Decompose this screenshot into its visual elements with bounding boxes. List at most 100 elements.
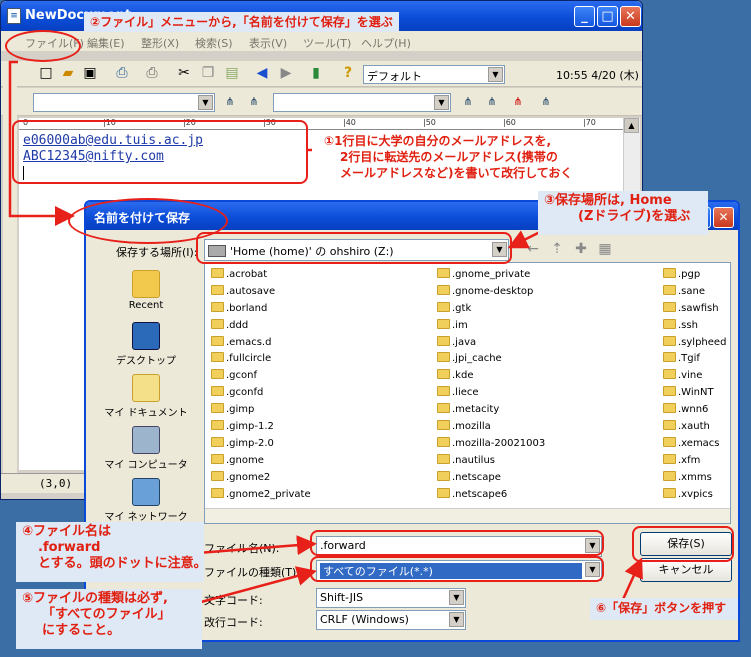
find-next-icon[interactable]: ⋔	[245, 93, 263, 111]
list-item[interactable]: .xemacs	[663, 436, 726, 453]
list-item[interactable]: .metacity	[437, 402, 545, 419]
arrow-left-icon[interactable]: ◀	[253, 64, 271, 82]
list-item[interactable]: .netscape6	[437, 487, 545, 504]
replace-combo[interactable]: ▼	[273, 93, 451, 112]
list-item[interactable]: .gnome2_private	[211, 487, 311, 504]
paste-icon[interactable]: ▤	[223, 64, 241, 82]
view-menu-icon[interactable]: ▦	[596, 240, 614, 258]
list-item[interactable]: .Tgif	[663, 351, 726, 368]
place-recent[interactable]: Recent	[102, 270, 190, 311]
cut-icon[interactable]: ✂	[175, 64, 193, 82]
list-item[interactable]: .java	[437, 335, 545, 352]
menu-edit[interactable]: 編集(E)	[87, 35, 125, 51]
list-item[interactable]: .mozilla-20021003	[437, 436, 545, 453]
list-item[interactable]: .mozilla	[437, 419, 545, 436]
search-combo[interactable]: ▼	[33, 93, 215, 112]
list-item[interactable]: .nautilus	[437, 453, 545, 470]
list-item[interactable]: .gnome_private	[437, 267, 545, 284]
replace-next-icon[interactable]: ⋔	[483, 93, 501, 111]
list-item[interactable]: .borland	[211, 301, 311, 318]
grep-icon[interactable]: ⋔	[537, 93, 555, 111]
save-disk-icon[interactable]: ▣	[81, 64, 99, 82]
back-icon[interactable]: ←	[524, 240, 542, 258]
list-item[interactable]: .liece	[437, 385, 545, 402]
maximize-button[interactable]: □	[597, 6, 618, 27]
horizontal-scrollbar[interactable]	[205, 508, 730, 523]
close-button[interactable]: ✕	[620, 6, 641, 27]
list-item[interactable]: .acrobat	[211, 267, 311, 284]
list-item[interactable]: .jpi_cache	[437, 351, 545, 368]
list-item[interactable]: .ddd	[211, 318, 311, 335]
open-folder-icon[interactable]: ▰	[59, 64, 77, 82]
place-desktop[interactable]: デスクトップ	[102, 322, 190, 367]
chevron-down-icon[interactable]: ▼	[488, 67, 503, 82]
chevron-down-icon[interactable]: ▼	[434, 95, 449, 110]
list-item[interactable]: .xvpics	[663, 487, 726, 504]
list-item[interactable]: .wnn6	[663, 402, 726, 419]
annotation-4-line-1: ④ファイル名は	[22, 524, 112, 539]
menu-format[interactable]: 整形(X)	[141, 35, 179, 51]
chevron-down-icon[interactable]: ▼	[449, 612, 464, 627]
list-item[interactable]: .autosave	[211, 284, 311, 301]
charcode-select[interactable]: Shift-JIS ▼	[316, 588, 466, 608]
style-combo[interactable]: デフォルト ▼	[363, 65, 505, 84]
arrow-right-icon[interactable]: ▶	[277, 64, 295, 82]
replace-icon[interactable]: ⋔	[459, 93, 477, 111]
list-item[interactable]: .WinNT	[663, 385, 726, 402]
list-item[interactable]: .im	[437, 318, 545, 335]
list-item[interactable]: .fullcircle	[211, 351, 311, 368]
file-name: .netscape	[452, 471, 501, 483]
list-item[interactable]: .sane	[663, 284, 726, 301]
list-item[interactable]: .xfm	[663, 453, 726, 470]
list-item[interactable]: .pgp	[663, 267, 726, 284]
filename-label: ファイル名(N):	[204, 542, 280, 555]
print-preview-icon[interactable]: ⎙	[113, 64, 131, 82]
file-name: .netscape6	[452, 488, 508, 500]
list-item[interactable]: .sylpheed	[663, 335, 726, 352]
list-item[interactable]: .gnome-desktop	[437, 284, 545, 301]
printer-icon[interactable]: ⎙	[143, 64, 161, 82]
list-item[interactable]: .gimp-2.0	[211, 436, 311, 453]
file-name: .metacity	[452, 404, 500, 416]
annotation-ring-filetype	[310, 556, 604, 582]
chevron-down-icon[interactable]: ▼	[449, 590, 464, 605]
list-item[interactable]: .emacs.d	[211, 335, 311, 352]
list-item[interactable]: .sawfish	[663, 301, 726, 318]
newline-select[interactable]: CRLF (Windows) ▼	[316, 610, 466, 630]
file-list[interactable]: .acrobat .autosave .borland .ddd .emacs.d .fu…	[204, 262, 731, 524]
dialog-close-button[interactable]: ✕	[713, 207, 734, 228]
list-item[interactable]: .gnome	[211, 453, 311, 470]
copy-icon[interactable]: ❐	[199, 64, 217, 82]
replace-all-icon[interactable]: ⋔	[509, 93, 527, 111]
chevron-down-icon[interactable]: ▼	[198, 95, 213, 110]
minimize-button[interactable]: _	[574, 6, 595, 27]
help-question-icon[interactable]: ?	[339, 64, 357, 82]
scroll-up-icon[interactable]: ▲	[624, 118, 639, 133]
annotation-6: ⑥「保存」ボタンを押す	[596, 601, 727, 615]
list-item[interactable]: .xmms	[663, 470, 726, 487]
menu-tools[interactable]: ツール(T)	[303, 35, 351, 51]
list-item[interactable]: .gconf	[211, 368, 311, 385]
folder-icon	[437, 369, 450, 380]
menu-search[interactable]: 検索(S)	[195, 35, 233, 51]
list-item[interactable]: .gconfd	[211, 385, 311, 402]
book-icon[interactable]: ▮	[307, 64, 325, 82]
list-item[interactable]: .gnome2	[211, 470, 311, 487]
list-item[interactable]: .gtk	[437, 301, 545, 318]
list-item[interactable]: .gimp	[211, 402, 311, 419]
new-file-icon[interactable]: □	[37, 64, 55, 82]
list-item[interactable]: .kde	[437, 368, 545, 385]
place-my-network[interactable]: マイ ネットワーク	[102, 478, 190, 523]
new-folder-icon[interactable]: ✚	[572, 240, 590, 258]
list-item[interactable]: .gimp-1.2	[211, 419, 311, 436]
list-item[interactable]: .vine	[663, 368, 726, 385]
menu-help[interactable]: ヘルプ(H)	[361, 35, 411, 51]
menu-view[interactable]: 表示(V)	[249, 35, 287, 51]
list-item[interactable]: .ssh	[663, 318, 726, 335]
find-prev-icon[interactable]: ⋔	[221, 93, 239, 111]
place-my-computer[interactable]: マイ コンピュータ	[102, 426, 190, 471]
up-folder-icon[interactable]: ⇡	[548, 240, 566, 258]
list-item[interactable]: .xauth	[663, 419, 726, 436]
place-my-documents[interactable]: マイ ドキュメント	[102, 374, 190, 419]
list-item[interactable]: .netscape	[437, 470, 545, 487]
